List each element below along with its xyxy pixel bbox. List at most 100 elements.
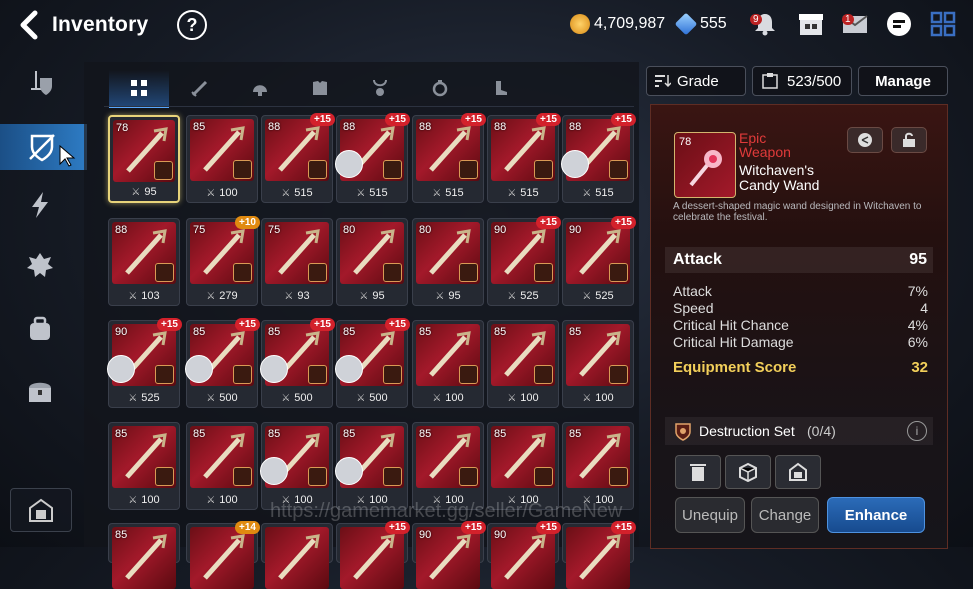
item-stat-value: 515 (294, 187, 313, 199)
tab-armor[interactable] (290, 70, 350, 106)
item-slot[interactable] (261, 523, 333, 589)
lock-button[interactable] (891, 127, 927, 153)
item-slot[interactable]: 85 +15 ⚔ 500 (185, 318, 260, 408)
item-slot[interactable]: 85 ⚔ 100 (186, 115, 258, 203)
item-slot[interactable]: 88 ⚔ 103 (108, 218, 180, 306)
helmet-icon (253, 85, 267, 96)
item-stat: ⚔ 500 (262, 392, 332, 404)
item-slot[interactable]: 88 +15 ⚔ 515 (561, 113, 636, 203)
item-slot[interactable]: 85 (108, 523, 180, 589)
tab-ring[interactable] (410, 70, 470, 106)
sidebar-item-chest[interactable] (10, 368, 70, 414)
item-slot[interactable]: 85 +15 ⚔ 500 (260, 318, 335, 408)
enhance-button[interactable]: Enhance (827, 497, 925, 533)
crystal-counter[interactable]: 555 (674, 12, 727, 36)
attack-icon: ⚔ (131, 187, 141, 198)
set-info-icon[interactable]: i (907, 421, 927, 441)
item-slot[interactable]: 75 +10 ⚔ 279 (186, 216, 260, 306)
item-slot[interactable]: +15 (336, 521, 410, 589)
item-slot[interactable]: 85 ⚔ 100 (487, 320, 559, 408)
item-slot[interactable]: 78 ⚔ 95 (108, 115, 180, 203)
share-button[interactable] (847, 127, 883, 153)
sidebar-item-storage[interactable] (10, 306, 70, 352)
item-slot[interactable]: 90 +15 ⚔ 525 (562, 216, 636, 306)
item-slot[interactable]: 88 +15 ⚔ 515 (412, 113, 486, 203)
item-stat: ⚔ 100 (488, 392, 558, 404)
extract-button[interactable] (725, 455, 771, 489)
item-slot[interactable]: 85 ⚔ 100 (108, 422, 180, 510)
item-stat-value: 95 (448, 290, 461, 302)
item-slot[interactable]: +15 (562, 521, 636, 589)
item-slot[interactable]: 90 +15 ⚔ 525 (107, 318, 182, 408)
item-slot[interactable]: 85 ⚔ 100 (186, 422, 258, 510)
sell-button[interactable] (675, 455, 721, 489)
menu-grid-button[interactable] (928, 10, 958, 38)
item-level: 75 (193, 224, 206, 236)
manage-button[interactable]: Manage (858, 66, 948, 96)
grade-sort-button[interactable]: Grade (646, 66, 746, 96)
tab-necklace[interactable] (350, 70, 410, 106)
boots-icon (496, 81, 507, 95)
set-icon (233, 467, 252, 486)
tab-helmet[interactable] (230, 70, 290, 106)
item-slot[interactable]: 90 +15 (412, 521, 486, 589)
item-slot[interactable]: +14 (186, 521, 260, 589)
enhance-level-badge: +15 (385, 318, 410, 331)
mail-button[interactable]: 1 (840, 10, 870, 38)
item-slot[interactable]: 85 ⚔ 100 (412, 320, 484, 408)
tab-boots[interactable] (470, 70, 530, 106)
item-level: 80 (343, 224, 356, 236)
enhance-level-badge: +10 (235, 216, 260, 229)
item-slot[interactable]: 88 +15 ⚔ 515 (335, 113, 410, 203)
item-stat-value: 95 (144, 186, 157, 198)
set-icon (383, 365, 402, 384)
notification-button[interactable]: 9 (750, 10, 780, 38)
item-slot[interactable]: 85 ⚔ 100 (260, 422, 333, 510)
item-slot[interactable]: 80 ⚔ 95 (412, 218, 484, 306)
chest-icon (29, 382, 51, 402)
tab-weapon[interactable] (170, 70, 230, 106)
item-slot[interactable]: 85 ⚔ 100 (562, 422, 634, 510)
item-stat: ⚔ 100 (413, 392, 483, 404)
sidebar-item-materials[interactable] (10, 242, 70, 288)
item-slot[interactable]: 80 ⚔ 95 (336, 218, 408, 306)
item-slot[interactable]: 85 ⚔ 100 (412, 422, 484, 510)
item-level: 85 (193, 326, 206, 338)
unequip-button[interactable]: Unequip (675, 497, 745, 533)
change-button[interactable]: Change (751, 497, 819, 533)
item-slot[interactable]: 90 +15 (487, 521, 561, 589)
tab-all[interactable] (109, 70, 169, 108)
sidebar-item-artifact[interactable] (0, 124, 87, 170)
item-level: 85 (193, 428, 206, 440)
set-icon (609, 263, 628, 282)
item-slot[interactable]: 88 +15 ⚔ 515 (487, 113, 561, 203)
item-slot[interactable]: 85 ⚔ 100 (487, 422, 559, 510)
storage-button[interactable] (775, 455, 821, 489)
sidebar-item-equipment[interactable] (10, 60, 70, 106)
item-slot[interactable]: 88 +15 ⚔ 515 (261, 113, 335, 203)
item-level: 85 (115, 428, 128, 440)
shop-button[interactable] (796, 10, 826, 38)
storage-house-button[interactable] (10, 488, 72, 532)
set-icon (233, 263, 252, 282)
item-stat: ⚔ 279 (187, 290, 257, 302)
page-title: Inventory (52, 13, 149, 36)
hero-avatar (107, 355, 135, 383)
item-level: 85 (343, 428, 356, 440)
attack-icon: ⚔ (432, 393, 442, 404)
capacity-display[interactable]: 523/500 (752, 66, 852, 96)
chat-icon (887, 12, 911, 36)
item-slot[interactable]: 85 +15 ⚔ 500 (335, 318, 410, 408)
share-icon (858, 133, 872, 147)
gold-counter[interactable]: 4,709,987 (570, 14, 665, 34)
sidebar-item-boost[interactable] (10, 182, 70, 228)
item-slot[interactable]: 75 ⚔ 93 (261, 218, 333, 306)
item-slot[interactable]: 85 ⚔ 100 (335, 422, 408, 510)
help-button[interactable]: ? (177, 10, 207, 40)
item-slot[interactable]: 90 +15 ⚔ 525 (487, 216, 561, 306)
chat-button[interactable] (884, 10, 914, 38)
back-button[interactable] (14, 8, 44, 42)
item-stat: ⚔ 95 (110, 186, 178, 198)
set-row: Destruction Set (0/4) i (665, 417, 933, 445)
item-slot[interactable]: 85 ⚔ 100 (562, 320, 634, 408)
